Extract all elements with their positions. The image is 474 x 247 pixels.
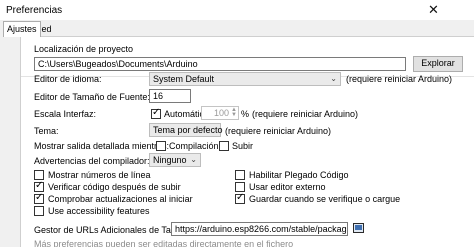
sketchbook-label: Localización de proyecto — [34, 44, 134, 54]
tab-ajustes[interactable]: Ajustes — [3, 21, 41, 37]
warnings-label: Advertencias del compilador: — [34, 156, 150, 166]
scale-note: (requiere reiniciar Arduino) — [252, 109, 359, 119]
chevron-down-icon: ⌄ — [330, 74, 337, 83]
verbose-upload-label: Subir — [232, 141, 254, 151]
check-updates-checkbox[interactable]: ✓ — [34, 192, 44, 204]
theme-label: Tema: — [34, 126, 59, 136]
check-updates-label: Comprobar actualizaciones al iniciar — [48, 194, 193, 204]
language-selected: System Default — [153, 74, 215, 84]
check-icon: ✓ — [152, 107, 161, 118]
window-icon[interactable] — [353, 223, 364, 233]
tab-bar: Ajustes Red — [0, 21, 474, 37]
boards-url-input[interactable]: https://arduino.esp8266.com/stable/packa… — [171, 222, 348, 236]
language-note: (requiere reiniciar Arduino) — [346, 74, 453, 84]
sketchbook-path-input[interactable]: C:\Users\Bugeados\Documents\Arduino — [34, 57, 406, 71]
spinner-arrows-icon[interactable]: ▲ ▼ — [231, 107, 237, 118]
language-label: Editor de idioma: — [34, 74, 102, 84]
accessibility-checkbox[interactable] — [34, 206, 44, 216]
code-folding-checkbox[interactable] — [235, 170, 245, 180]
check-icon: ✓ — [35, 192, 44, 203]
verbose-compile-checkbox[interactable] — [156, 141, 166, 151]
line-numbers-checkbox[interactable] — [34, 170, 44, 180]
chevron-down-icon: ⌄ — [190, 155, 197, 164]
verify-upload-checkbox[interactable]: ✓ — [34, 180, 44, 192]
external-editor-checkbox[interactable] — [235, 182, 245, 192]
save-on-verify-label: Guardar cuando se verifique o cargue — [249, 194, 401, 204]
save-on-verify-checkbox[interactable]: ✓ — [235, 192, 245, 204]
theme-select[interactable]: Tema por defecto — [149, 123, 223, 137]
scale-label: Escala Interfaz: — [34, 109, 97, 119]
language-select[interactable]: System Default ⌄ — [149, 72, 341, 86]
warnings-selected: Ninguno — [153, 155, 187, 165]
line-numbers-label: Mostrar números de línea — [48, 170, 151, 180]
verbose-compile-label: Compilación — [169, 141, 219, 151]
check-icon: ✓ — [35, 180, 44, 191]
browse-button[interactable]: Explorar — [413, 56, 463, 72]
verbose-label: Mostrar salida detallada mientras: — [34, 141, 170, 151]
external-editor-label: Usar editor externo — [249, 182, 326, 192]
verify-upload-label: Verificar código después de subir — [48, 182, 181, 192]
font-size-label: Editor de Tamaño de Fuente: — [34, 92, 150, 102]
font-size-input[interactable]: 16 — [149, 89, 191, 103]
verbose-upload-checkbox[interactable] — [219, 141, 229, 151]
title-bar: Preferencias ✕ — [0, 0, 474, 20]
settings-panel: Localización de proyecto C:\Users\Bugead… — [20, 36, 474, 247]
close-icon[interactable]: ✕ — [428, 2, 439, 18]
code-folding-label: Habilitar Plegado Código — [249, 170, 349, 180]
auto-scale-checkbox[interactable]: ✓ — [151, 107, 161, 119]
theme-note: (requiere reiniciar Arduino) — [225, 126, 332, 136]
footer-note: Más preferencias pueden ser editadas dir… — [34, 239, 294, 247]
window-title: Preferencias — [6, 5, 63, 16]
check-icon: ✓ — [236, 192, 245, 203]
warnings-select[interactable]: Ninguno ⌄ — [149, 153, 201, 167]
scale-unit: % — [241, 109, 250, 119]
accessibility-label: Use accessibility features — [48, 206, 150, 216]
theme-selected: Tema por defecto — [153, 125, 223, 135]
